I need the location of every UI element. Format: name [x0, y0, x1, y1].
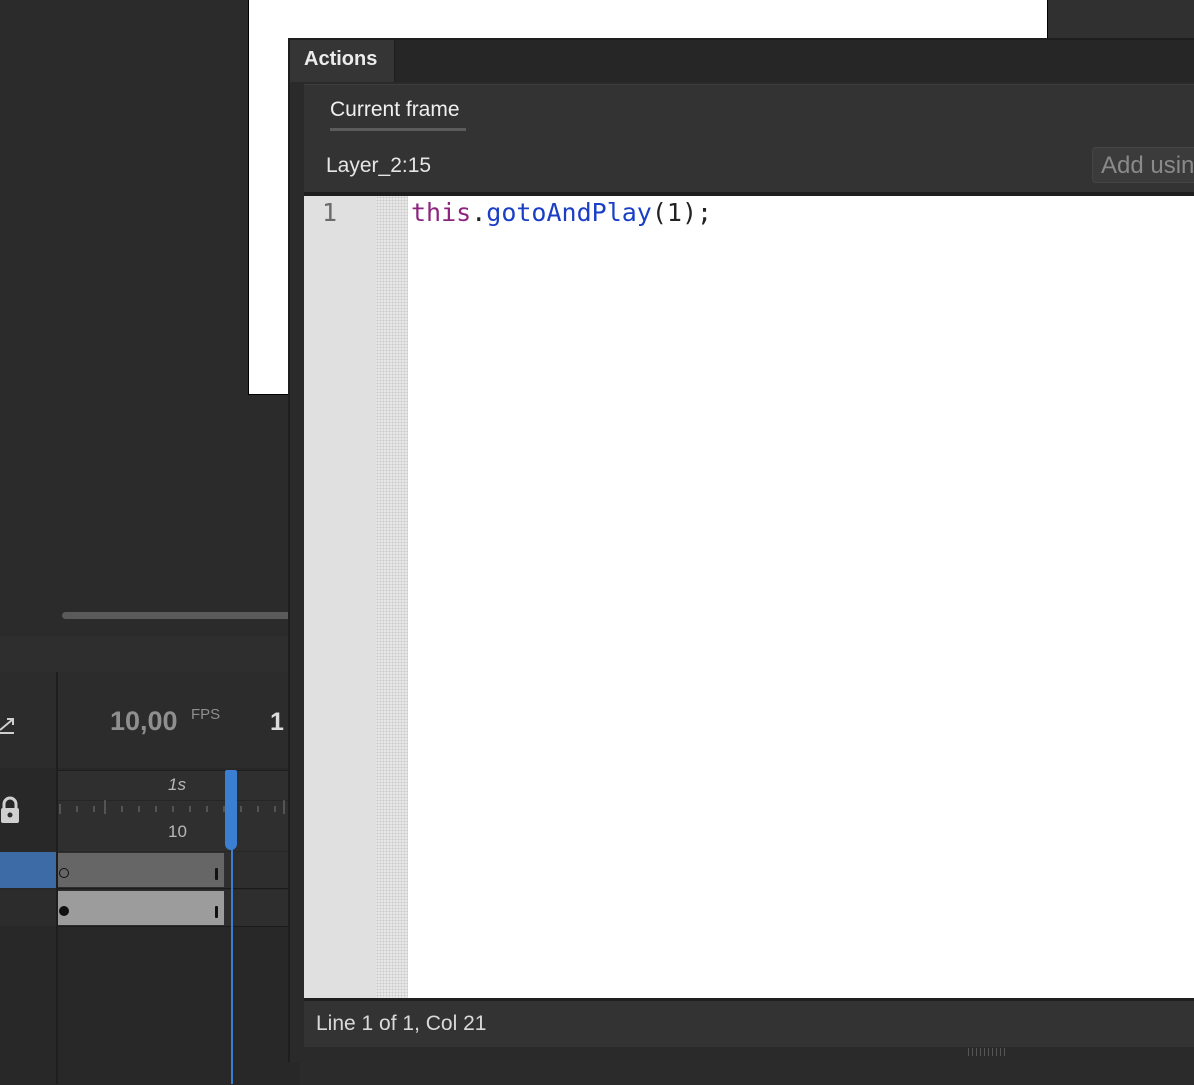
- span-end-marker: [215, 906, 218, 918]
- tab-current-frame[interactable]: Current frame: [330, 98, 460, 122]
- span-end-marker: [215, 868, 218, 880]
- stage-margin: [1048, 0, 1194, 40]
- graph-icon[interactable]: [0, 714, 16, 734]
- fps-value[interactable]: 10,00: [110, 706, 178, 737]
- playhead-line: [231, 770, 233, 1084]
- timeline-header: [0, 636, 300, 673]
- actions-title: Actions: [304, 48, 378, 70]
- layer-row[interactable]: [0, 890, 56, 926]
- cursor-position-status: Line 1 of 1, Col 21: [316, 1012, 487, 1035]
- add-using-wizard-button[interactable]: Add using wizard: [1092, 147, 1194, 183]
- layer-row-selected[interactable]: [0, 852, 56, 888]
- resize-grip[interactable]: [968, 1048, 1008, 1056]
- code-editor[interactable]: [408, 196, 1194, 998]
- code-fold-strip: [376, 196, 408, 998]
- line-number: 1: [322, 198, 338, 227]
- tab-underline: [330, 128, 466, 131]
- line-number-gutter: [304, 196, 376, 998]
- ruler-time-label: 1s: [168, 775, 186, 794]
- frame-location-label: Layer_2:15: [326, 154, 432, 177]
- code-function: gotoAndPlay: [486, 198, 652, 227]
- ruler-frame-label: 10: [168, 822, 187, 841]
- code-keyword: this: [411, 198, 472, 227]
- code-args: (1);: [651, 198, 713, 227]
- code-line[interactable]: this.gotoAndPlay(1);: [411, 198, 712, 227]
- frame-span[interactable]: [58, 891, 224, 925]
- lock-icon[interactable]: [0, 795, 20, 825]
- empty-keyframe[interactable]: [59, 868, 69, 878]
- code-dot: .: [471, 198, 487, 227]
- fps-label: FPS: [191, 706, 221, 723]
- keyframe[interactable]: [59, 906, 69, 916]
- ruler-ticks: [58, 800, 300, 814]
- horizontal-scrollbar[interactable]: [62, 612, 302, 619]
- current-frame-number[interactable]: 1: [270, 708, 284, 737]
- frame-span[interactable]: [58, 853, 224, 887]
- actions-tab-bar: [290, 40, 1194, 82]
